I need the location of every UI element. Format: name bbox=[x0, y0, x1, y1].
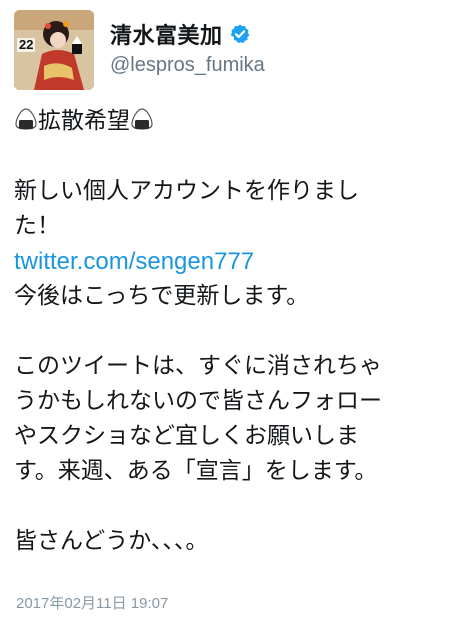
tweet-line: このツイートは、すぐに消されちゃ bbox=[14, 353, 382, 379]
tweet-line: す。来週、ある「宣言」をします。 bbox=[14, 458, 378, 484]
display-name-row: 清水富美加 bbox=[110, 18, 265, 50]
tweet-line: 今後はこっちで更新します。 bbox=[14, 283, 310, 309]
tweet-line: うかもしれないので皆さんフォロー bbox=[14, 388, 382, 414]
tweet-card: 22 清水富美加 @lespros_fumika 拡散希望 新しい個人アカウント… bbox=[0, 0, 464, 617]
verified-badge-icon bbox=[230, 24, 249, 44]
tweet-line-headline: 拡散希望 bbox=[14, 104, 458, 139]
tweet-header: 22 清水富美加 @lespros_fumika bbox=[14, 10, 454, 90]
tweet-line: 皆さんどうか、、、。 bbox=[14, 528, 209, 554]
avatar[interactable]: 22 bbox=[14, 10, 94, 90]
tweet-headline-text: 拡散希望 bbox=[38, 108, 130, 134]
tweet-line: やスクショなど宜しくお願いしま bbox=[14, 423, 359, 449]
rice-ball-icon bbox=[15, 108, 37, 130]
rice-ball-icon bbox=[131, 108, 153, 130]
display-name[interactable]: 清水富美加 bbox=[110, 18, 223, 50]
tweet-line: 新しい個人アカウントを作りまし bbox=[14, 178, 359, 204]
author-names: 清水富美加 @lespros_fumika bbox=[110, 18, 265, 77]
tweet-timestamp[interactable]: 2017年02月11日 19:07 bbox=[16, 592, 168, 613]
avatar-badge-text: 22 bbox=[17, 37, 36, 52]
author-handle[interactable]: @lespros_fumika bbox=[110, 54, 265, 77]
tweet-line-link: twitter.com/sengen777 bbox=[14, 244, 458, 279]
tweet-text: 拡散希望 新しい個人アカウントを作りまし た！ twitter.com/seng… bbox=[14, 104, 458, 559]
tweet-link[interactable]: twitter.com/sengen777 bbox=[14, 248, 254, 275]
tweet-line: た！ bbox=[14, 213, 60, 239]
